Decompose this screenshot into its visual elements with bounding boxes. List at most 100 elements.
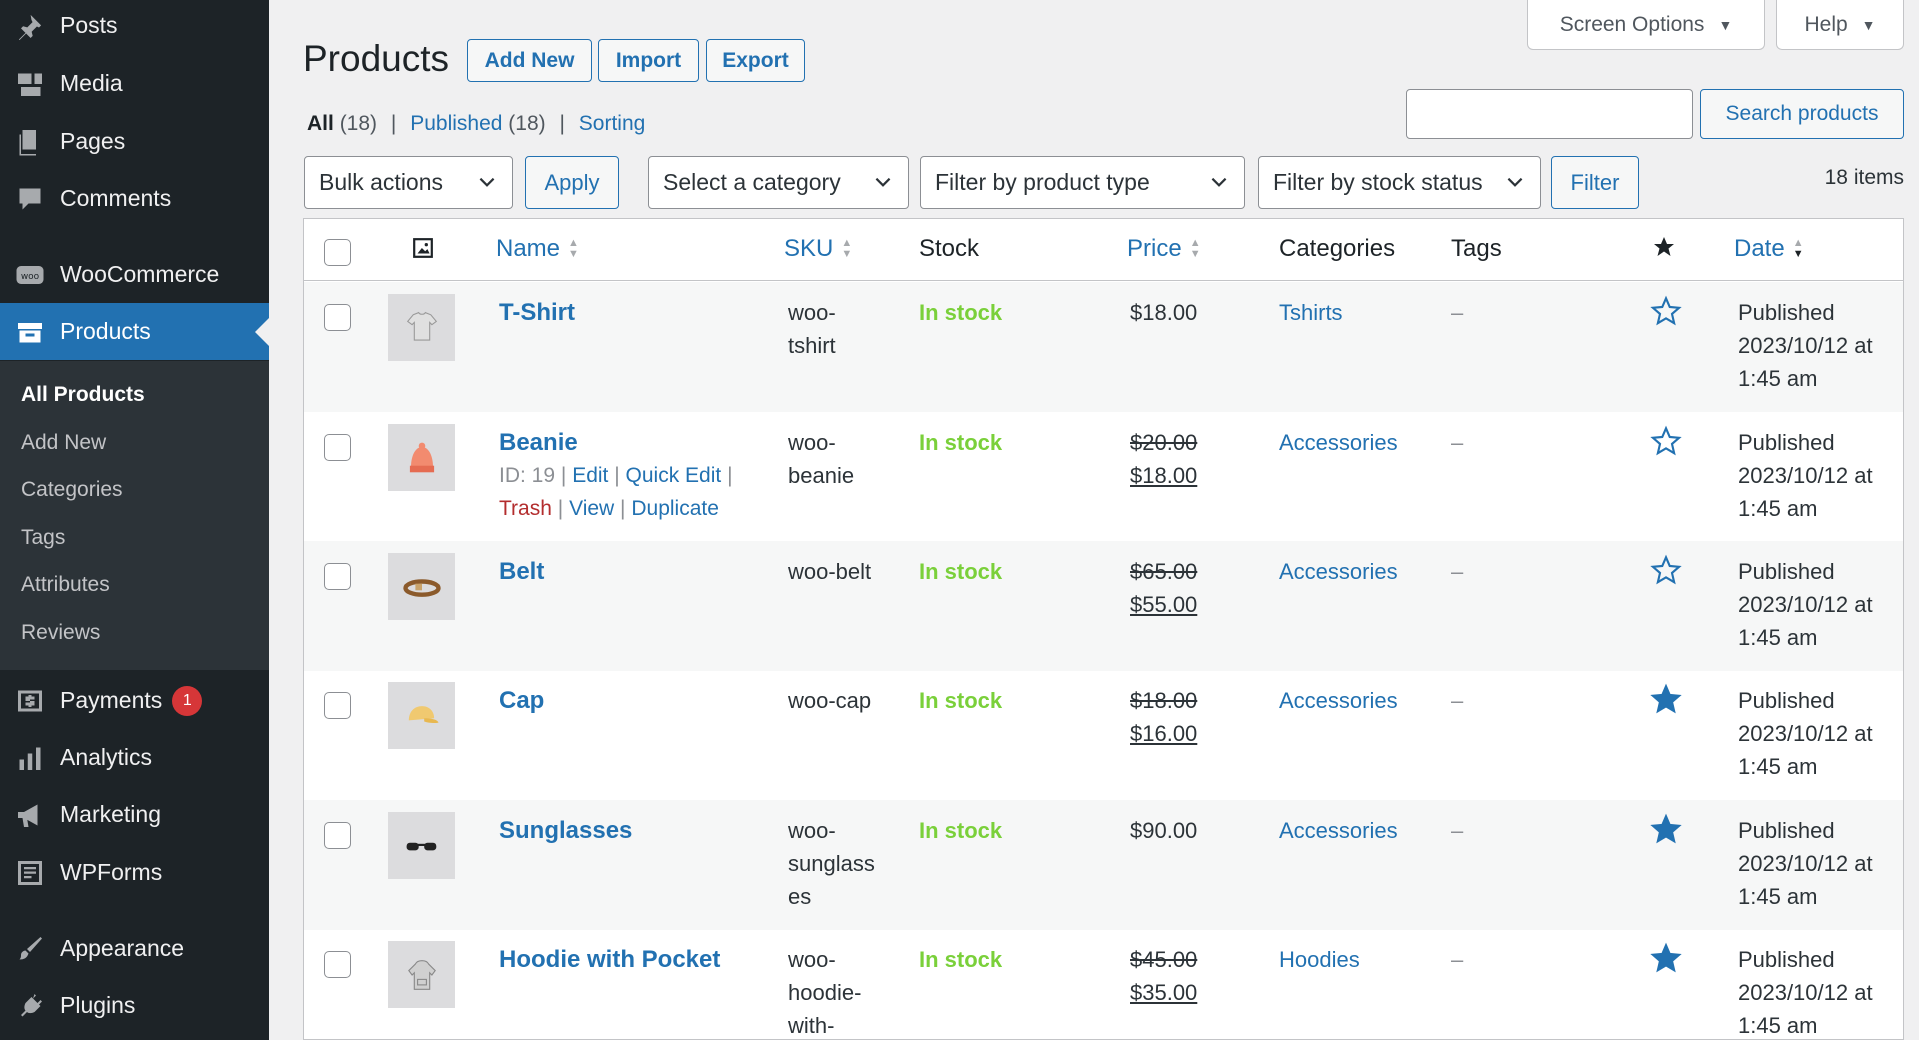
submenu-tags[interactable]: Tags [21,526,65,550]
row-checkbox[interactable] [324,434,351,461]
submenu-add-new[interactable]: Add New [21,431,106,455]
sidebar-item-posts[interactable]: Posts [0,0,269,54]
row-checkbox[interactable] [324,822,351,849]
featured-star-icon[interactable] [1652,235,1676,259]
date-time: 1:45 am [1738,1013,1818,1038]
help-button[interactable]: Help ▼ [1776,0,1904,50]
view-link[interactable]: View [569,497,614,520]
screen-options-button[interactable]: Screen Options ▼ [1527,0,1765,50]
submenu-categories[interactable]: Categories [21,478,123,502]
sidebar-item-pages[interactable]: Pages [0,113,269,170]
column-date-label: Date [1734,235,1785,262]
bulk-actions-select[interactable]: Bulk actions [304,156,513,209]
product-name-link[interactable]: T-Shirt [499,296,575,329]
table-row: Sunglasses woo- sunglass es In stock $90… [304,800,1903,930]
star-outline-icon[interactable] [1650,425,1682,466]
star-filled-icon[interactable] [1650,813,1682,854]
column-price[interactable]: Price ▲ ▼ [1127,235,1201,263]
search-products-button[interactable]: Search products [1700,89,1904,139]
product-name-link[interactable]: Sunglasses [499,814,632,847]
submenu-reviews[interactable]: Reviews [21,621,100,645]
sidebar-item-label: Analytics [60,744,153,770]
admin-sidebar: Posts Media Pages Comments woo WooCommer… [0,0,269,1040]
view-sorting[interactable]: Sorting [579,112,646,135]
export-button[interactable]: Export [706,39,805,82]
separator: | [727,464,733,487]
category-select[interactable]: Select a category [648,156,909,209]
beanie-thumbnail[interactable] [388,424,455,491]
category-link[interactable]: Accessories [1279,555,1398,588]
star-filled-icon[interactable] [1650,683,1682,724]
products-submenu: All Products Add New Categories Tags Att… [0,361,269,670]
category-link[interactable]: Accessories [1279,684,1398,717]
star-outline-icon[interactable] [1650,295,1682,336]
column-date[interactable]: Date ▲ ▼ [1734,235,1804,263]
products-table: Name ▲ ▼ SKU ▲ ▼ Stock Price ▲ ▼ Categories… [303,218,1904,1040]
star-outline-icon[interactable] [1650,554,1682,595]
separator: | [557,497,564,520]
tshirt-thumbnail[interactable] [388,294,455,361]
add-new-button[interactable]: Add New [467,39,592,82]
product-name-link[interactable]: Belt [499,555,544,588]
view-published[interactable]: Published [410,112,502,135]
sku-cell: woo-cap [788,684,871,717]
sidebar-item-media[interactable]: Media [0,55,269,112]
pages-icon [0,127,60,157]
product-name-link[interactable]: Hoodie with Pocket [499,943,720,976]
category-link[interactable]: Tshirts [1279,296,1343,329]
category-link[interactable]: Hoodies [1279,943,1360,976]
date-value: 2023/10/12 at [1738,851,1873,876]
column-sku[interactable]: SKU ▲ ▼ [784,235,852,263]
trash-link[interactable]: Trash [499,497,552,520]
filter-button[interactable]: Filter [1551,156,1639,209]
search-input[interactable] [1406,89,1693,139]
submenu-all-products[interactable]: All Products [21,383,145,407]
sidebar-item-analytics[interactable]: Analytics [0,729,269,786]
category-link[interactable]: Accessories [1279,426,1398,459]
row-checkbox[interactable] [324,563,351,590]
sidebar-item-woocommerce[interactable]: woo WooCommerce [0,246,269,303]
view-all[interactable]: All [307,112,334,135]
belt-thumbnail[interactable] [388,553,455,620]
row-checkbox[interactable] [324,304,351,331]
apply-button[interactable]: Apply [525,156,619,209]
sidebar-item-plugins[interactable]: Plugins [0,977,269,1034]
sidebar-item-products[interactable]: Products [0,303,269,360]
edit-link[interactable]: Edit [572,464,608,487]
sidebar-item-marketing[interactable]: Marketing [0,786,269,843]
sidebar-item-comments[interactable]: Comments [0,170,269,227]
sidebar-item-wpforms[interactable]: WPForms [0,844,269,901]
sku-cell: woo- sunglass es [788,814,875,913]
sku-line: beanie [788,463,855,488]
row-checkbox[interactable] [324,951,351,978]
regular-price: $45.00 [1130,947,1198,972]
star-filled-icon[interactable] [1650,942,1682,983]
category-link[interactable]: Accessories [1279,814,1398,847]
price: $90.00 [1130,818,1198,843]
stock-status-select[interactable]: Filter by stock status [1258,156,1541,209]
sidebar-item-label: WooCommerce [60,261,220,287]
date-status: Published [1738,300,1835,325]
hoodie-thumbnail[interactable] [388,941,455,1008]
submenu-attributes[interactable]: Attributes [21,573,110,597]
import-button[interactable]: Import [598,39,699,82]
select-all-checkbox[interactable] [324,239,351,266]
appearance-icon [0,934,60,964]
sidebar-item-label: Appearance [60,935,185,961]
column-name[interactable]: Name ▲ ▼ [496,235,579,263]
duplicate-link[interactable]: Duplicate [631,497,719,520]
product-name-link[interactable]: Beanie [499,426,733,459]
sidebar-item-appearance[interactable]: Appearance [0,920,269,977]
sidebar-item-payments[interactable]: Payments 1 [0,672,269,729]
cap-thumbnail[interactable] [388,682,455,749]
sku-line: hoodie- [788,980,862,1005]
sidebar-item-label: Plugins [60,992,136,1018]
product-name-link[interactable]: Cap [499,684,544,717]
price-cell: $65.00 $55.00 [1130,555,1197,621]
sunglasses-thumbnail[interactable] [388,812,455,879]
quick-edit-link[interactable]: Quick Edit [626,464,722,487]
sort-icon: ▲ ▼ [1189,237,1201,260]
sidebar-item-label: Marketing [60,801,161,827]
row-checkbox[interactable] [324,692,351,719]
product-type-select[interactable]: Filter by product type [920,156,1245,209]
